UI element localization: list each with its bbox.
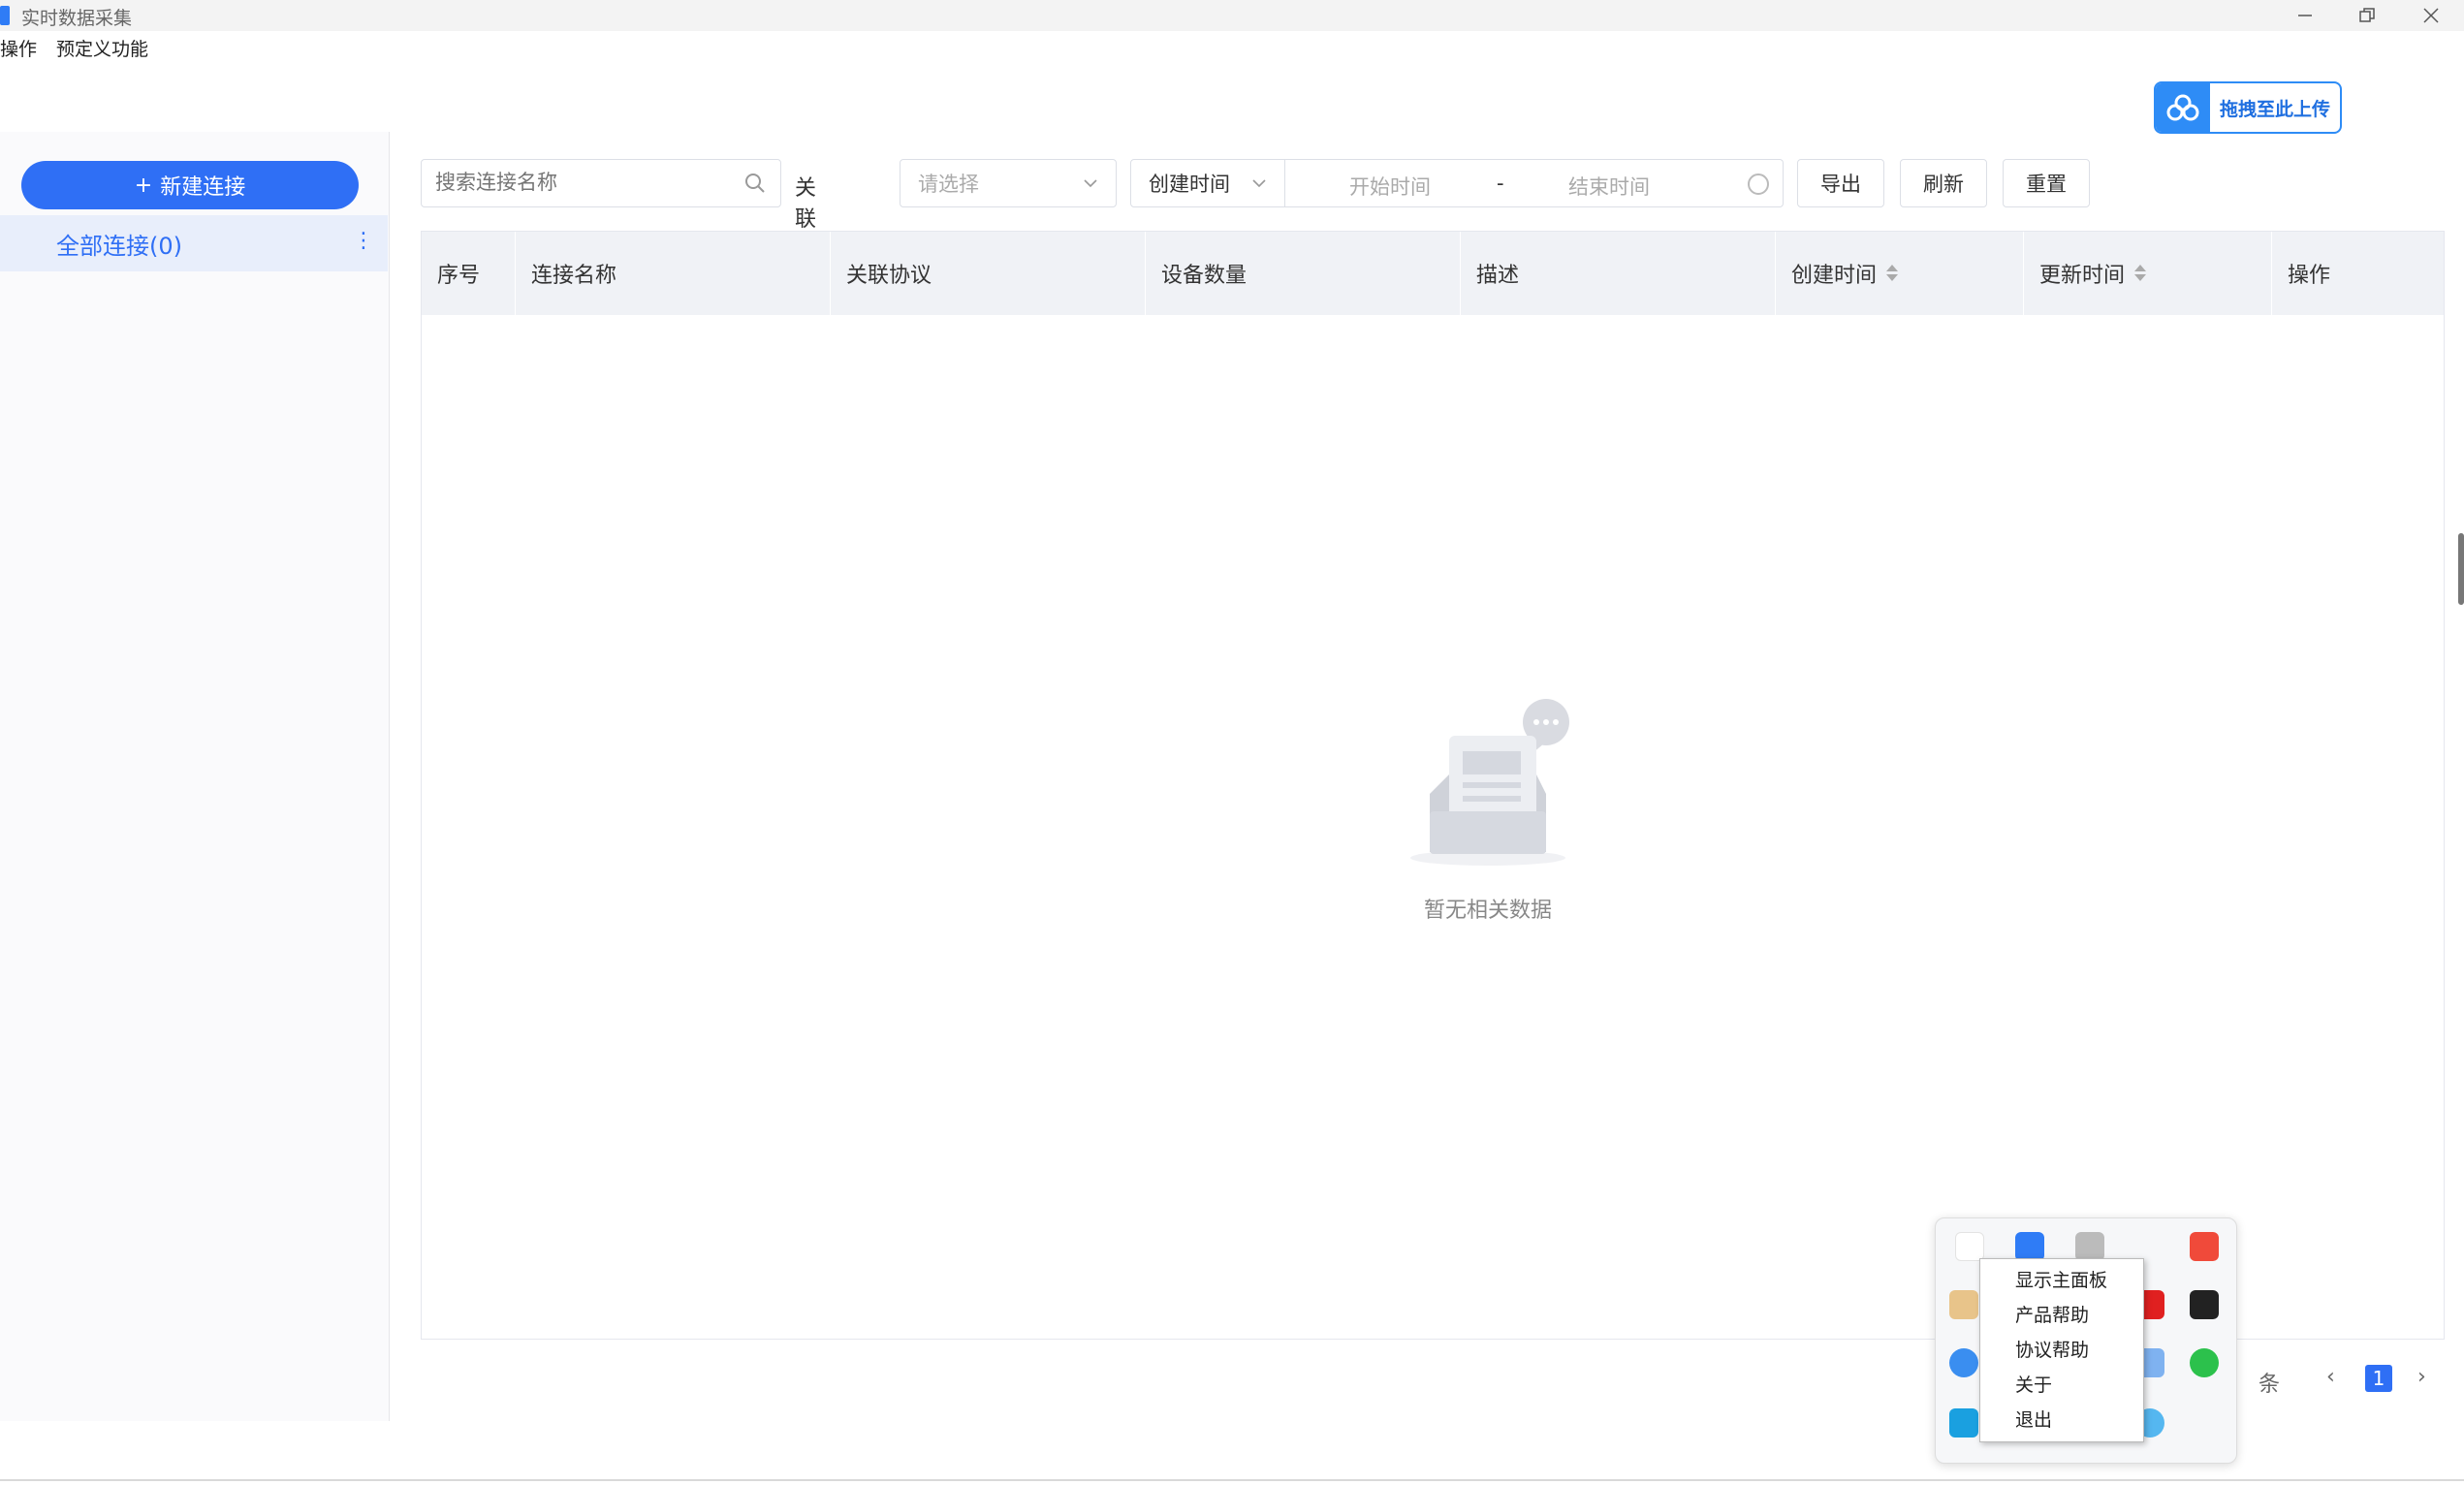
window-bottom-border [0, 1479, 2464, 1481]
export-button[interactable]: 导出 [1797, 159, 1884, 207]
all-connections-label: 全部连接(0) [56, 232, 182, 260]
connections-table: 序号 连接名称 关联协议 设备数量 描述 创建时间 更新时间 操作 暂无相关数据 [421, 231, 2445, 1340]
empty-text: 暂无相关数据 [1423, 899, 1552, 923]
window-title: 实时数据采集 [21, 8, 133, 29]
protocol-select-value: 请选择 [918, 173, 979, 196]
sort-icon[interactable] [1886, 264, 1899, 283]
cat-tray-icon[interactable] [1949, 1290, 1978, 1319]
menu-item-show-main-panel[interactable]: 显示主面板 [1980, 1263, 2143, 1298]
camera-tray-icon[interactable] [2190, 1290, 2219, 1319]
chevron-down-icon [1252, 179, 1266, 188]
menu-item-product-help[interactable]: 产品帮助 [1980, 1298, 2143, 1333]
column-index: 序号 [422, 232, 516, 315]
column-description: 描述 [1461, 232, 1776, 315]
robot-tray-icon[interactable] [1949, 1348, 1978, 1377]
app-tray-icon[interactable] [1955, 1232, 1984, 1261]
date-range-picker[interactable]: 开始时间 - 结束时间 [1285, 159, 1784, 207]
restore-button[interactable] [2338, 0, 2396, 31]
plus-icon: + [134, 173, 153, 198]
cloud-icon [2156, 83, 2210, 132]
column-created-time[interactable]: 创建时间 [1776, 232, 2024, 315]
menu-item-operation[interactable]: 操作 [0, 35, 37, 62]
protocol-select[interactable]: 请选择 [900, 159, 1117, 207]
column-updated-time[interactable]: 更新时间 [2024, 232, 2272, 315]
next-page-button[interactable]: › [2417, 1365, 2426, 1389]
end-time-input[interactable]: 结束时间 [1568, 172, 1650, 201]
shield-tray-icon[interactable] [2015, 1232, 2044, 1261]
upload-label: 拖拽至此上传 [2219, 98, 2330, 120]
column-actions: 操作 [2288, 264, 2331, 288]
search-input[interactable] [435, 162, 736, 205]
menu-item-predefined[interactable]: 预定义功能 [56, 35, 148, 62]
empty-state: 暂无相关数据 [1343, 697, 1633, 924]
menu-item-protocol-help[interactable]: 协议帮助 [1980, 1333, 2143, 1368]
sidebar-item-all-connections[interactable]: 全部连接(0) ⋮ [0, 215, 388, 271]
minimize-icon [2298, 15, 2312, 16]
time-type-value: 创建时间 [1149, 173, 1230, 196]
app-window: 实时数据采集 操作 预定义功能 拖拽至此上传 + 新建连接 全部连接(0) ⋮ [0, 0, 2464, 1485]
wechat-tray-icon[interactable] [2190, 1348, 2219, 1377]
range-separator: - [1497, 172, 1504, 195]
time-type-select[interactable]: 创建时间 [1130, 159, 1285, 207]
scrollbar[interactable] [2458, 533, 2464, 605]
tray-context-menu: 显示主面板 产品帮助 协议帮助 关于 退出 [1979, 1258, 2144, 1442]
red-app-tray-icon[interactable] [2190, 1232, 2219, 1261]
page-size-unit: 条 [2259, 1373, 2281, 1397]
reset-button[interactable]: 重置 [2003, 159, 2090, 207]
more-vertical-icon[interactable]: ⋮ [353, 229, 374, 253]
column-connection-name: 连接名称 [516, 232, 831, 315]
menu-item-exit[interactable]: 退出 [1980, 1403, 2143, 1438]
column-protocol: 关联协议 [831, 232, 1146, 315]
windows-app-tray-icon[interactable] [1949, 1408, 1978, 1438]
drag-upload-button[interactable]: 拖拽至此上传 [2154, 81, 2342, 134]
app-icon [0, 6, 10, 25]
menu-bar: 操作 预定义功能 [0, 35, 148, 62]
new-connection-label: 新建连接 [160, 175, 246, 200]
current-page[interactable]: 1 [2365, 1365, 2392, 1392]
refresh-button[interactable]: 刷新 [1900, 159, 1987, 207]
column-device-count: 设备数量 [1146, 232, 1461, 315]
minimize-button[interactable] [2276, 0, 2334, 31]
clock-icon [1748, 174, 1769, 195]
printer-tray-icon[interactable] [2075, 1232, 2104, 1261]
empty-inbox-icon [1410, 699, 1569, 866]
start-time-input[interactable]: 开始时间 [1349, 172, 1431, 201]
search-icon[interactable] [743, 172, 767, 195]
close-icon [2423, 8, 2439, 23]
chevron-down-icon [1084, 179, 1097, 188]
sidebar: + 新建连接 全部连接(0) ⋮ [0, 132, 390, 1421]
menu-item-about[interactable]: 关于 [1980, 1368, 2143, 1403]
title-bar: 实时数据采集 [0, 0, 2464, 31]
table-header: 序号 连接名称 关联协议 设备数量 描述 创建时间 更新时间 操作 [422, 232, 2444, 315]
new-connection-button[interactable]: + 新建连接 [21, 161, 359, 209]
search-box[interactable] [421, 159, 781, 207]
sort-icon[interactable] [2134, 264, 2147, 283]
close-button[interactable] [2402, 0, 2460, 31]
restore-icon [2359, 8, 2375, 22]
prev-page-button[interactable]: ‹ [2326, 1365, 2335, 1389]
